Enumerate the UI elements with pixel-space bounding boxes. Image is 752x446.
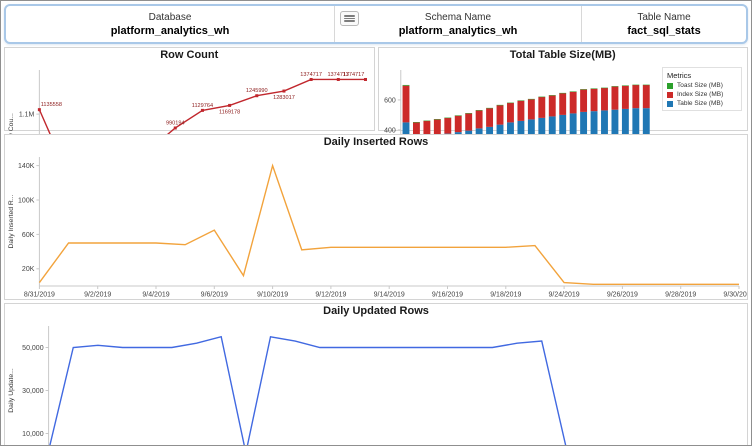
index-size-label: Index Size (MB) [677, 91, 723, 98]
svg-text:9/10/2019: 9/10/2019 [257, 292, 288, 299]
filter-header: Database platform_analytics_wh Schema Na… [4, 4, 748, 44]
metrics-legend: Metrics Toast Size (MB) Index Size (MB) … [662, 67, 742, 111]
daily-inserted-chart: 20K 60K 100K 140K 8/31/2019 9/2/2019 9/4/2019 9… [5, 149, 747, 299]
svg-text:100K: 100K [18, 197, 35, 204]
database-label: Database [149, 11, 192, 24]
svg-text:8/31/2019: 8/31/2019 [24, 292, 55, 299]
daily-inserted-title: Daily Inserted Rows [5, 135, 747, 149]
svg-text:1.1M: 1.1M [19, 112, 35, 119]
daily-updated-chart-area: 10,00030,00050,0008/30/20199/1/20199/3/2… [5, 318, 747, 446]
table-selector[interactable]: Table Name fact_sql_stats [581, 6, 746, 42]
svg-text:1283017: 1283017 [273, 95, 295, 101]
daily-updated-title: Daily Updated Rows [5, 304, 747, 318]
svg-text:9/30/2019: 9/30/2019 [723, 292, 747, 299]
svg-text:1245990: 1245990 [246, 88, 268, 94]
row-count-panel: Row Count 800K1.1M8/31/20199/3/20199/6/2… [4, 47, 375, 131]
table-value: fact_sql_stats [627, 24, 700, 38]
svg-text:9/12/2019: 9/12/2019 [315, 292, 346, 299]
schema-value: platform_analytics_wh [399, 24, 518, 38]
svg-text:9/14/2019: 9/14/2019 [374, 292, 405, 299]
daily-updated-panel: Daily Updated Rows 10,00030,00050,0008/3… [4, 303, 748, 446]
index-size-swatch-icon [667, 92, 673, 98]
svg-text:10,000: 10,000 [22, 431, 44, 438]
schema-label: Schema Name [425, 11, 491, 24]
legend-item-toast-size[interactable]: Toast Size (MB) [667, 82, 737, 89]
svg-text:9/16/2019: 9/16/2019 [432, 292, 463, 299]
row-count-title: Row Count [5, 48, 374, 62]
legend-title: Metrics [667, 71, 737, 80]
toast-size-swatch-icon [667, 83, 673, 89]
svg-text:9/26/2019: 9/26/2019 [607, 292, 638, 299]
svg-text:9/28/2019: 9/28/2019 [665, 292, 696, 299]
svg-text:9/24/2019: 9/24/2019 [549, 292, 580, 299]
legend-item-index-size[interactable]: Index Size (MB) [667, 91, 737, 98]
toast-size-label: Toast Size (MB) [677, 82, 723, 89]
svg-text:1374717: 1374717 [343, 72, 365, 78]
svg-text:600: 600 [384, 97, 396, 104]
dashboard-root: Database platform_analytics_wh Schema Na… [0, 0, 752, 446]
svg-text:1135558: 1135558 [41, 102, 62, 108]
table-size-title: Total Table Size(MB) [379, 48, 748, 62]
database-selector[interactable]: Database platform_analytics_wh [6, 6, 334, 42]
svg-text:1129764: 1129764 [192, 103, 213, 109]
svg-text:50,000: 50,000 [22, 345, 44, 352]
top-charts-row: Row Count 800K1.1M8/31/20199/3/20199/6/2… [4, 47, 748, 131]
svg-text:9/2/2019: 9/2/2019 [84, 292, 111, 299]
svg-text:9/18/2019: 9/18/2019 [490, 292, 521, 299]
table-size-panel: Total Table Size(MB) 4006008/31/20199/4/… [378, 47, 749, 131]
hamburger-menu-icon[interactable] [340, 11, 359, 26]
daily-updated-chart: 10,00030,00050,0008/30/20199/1/20199/3/2… [5, 318, 747, 446]
svg-text:30,000: 30,000 [22, 388, 44, 395]
legend-item-table-size[interactable]: Table Size (MB) [667, 100, 737, 107]
svg-text:9/4/2019: 9/4/2019 [142, 292, 169, 299]
daily-inserted-chart-area: 20K 60K 100K 140K 8/31/2019 9/2/2019 9/4/2019 9… [5, 149, 747, 299]
table-size-label: Table Size (MB) [677, 100, 723, 107]
svg-text:1374717: 1374717 [300, 72, 322, 78]
svg-text:9/6/2019: 9/6/2019 [201, 292, 228, 299]
daily-inserted-panel: Daily Inserted Rows 20K 60K 100K 140K 8/31/2… [4, 134, 748, 300]
schema-selector[interactable]: Schema Name platform_analytics_wh [334, 6, 581, 42]
table-label: Table Name [637, 11, 690, 24]
svg-text:20K: 20K [22, 266, 35, 273]
svg-text:Daily Update...: Daily Update... [8, 368, 15, 413]
svg-text:Daily Inserted R...: Daily Inserted R... [8, 194, 15, 248]
svg-text:140K: 140K [18, 163, 35, 170]
svg-text:1169178: 1169178 [219, 109, 240, 115]
database-value: platform_analytics_wh [111, 24, 230, 38]
svg-text:60K: 60K [22, 232, 35, 239]
svg-text:990194: 990194 [166, 120, 185, 126]
table-size-swatch-icon [667, 101, 673, 107]
